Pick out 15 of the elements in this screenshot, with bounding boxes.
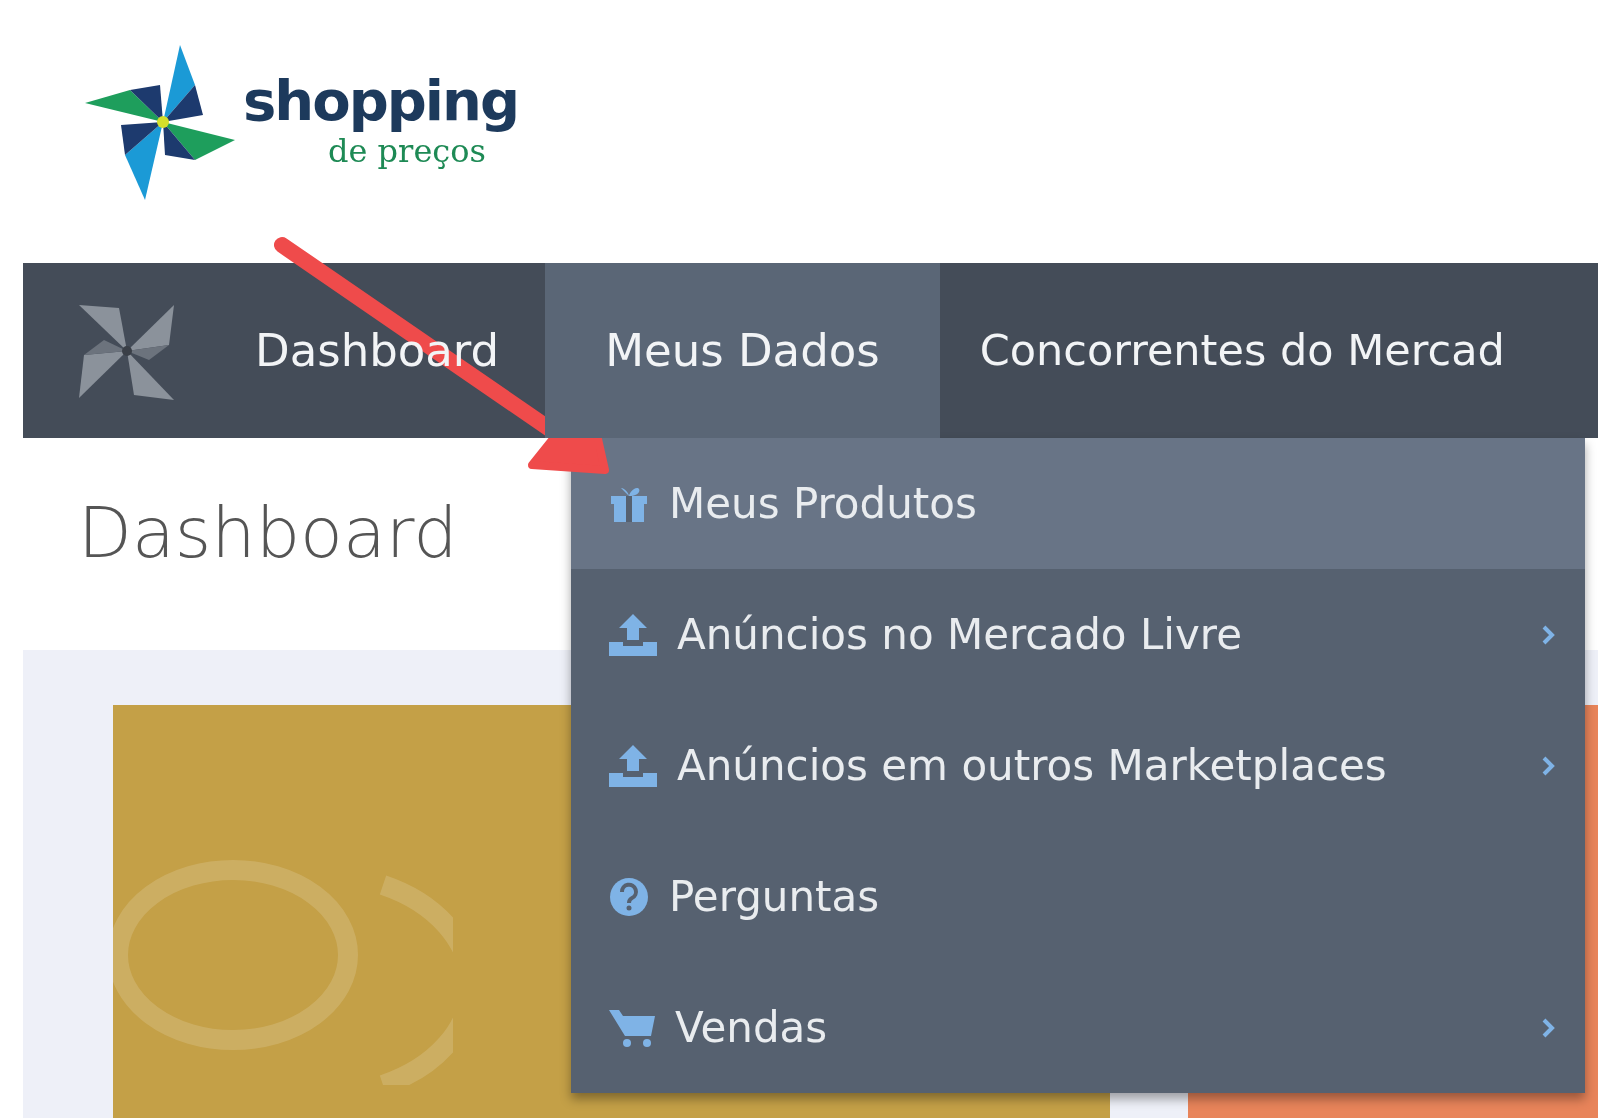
nav-tab[interactable]: Meus Dados [545, 263, 940, 438]
menu-item[interactable]: Vendas [571, 962, 1585, 1093]
upload-icon [609, 744, 657, 787]
nav-tab[interactable]: Concorrentes do Mercad [939, 263, 1505, 438]
logo-tagline: de preços [328, 135, 487, 167]
menu-item[interactable]: Perguntas [571, 831, 1585, 962]
pinwheel-logo-icon [85, 45, 235, 200]
menu-item[interactable]: Meus Produtos [571, 438, 1585, 569]
upload-icon [609, 613, 657, 656]
menu-item[interactable]: Anúncios em outros Marketplaces [571, 700, 1585, 831]
cart-icon [609, 1007, 655, 1048]
question-icon [609, 876, 649, 917]
page-title: Dashboard [78, 498, 458, 568]
gift-icon [609, 485, 649, 522]
menu-item[interactable]: Anúncios no Mercado Livre [571, 569, 1585, 700]
